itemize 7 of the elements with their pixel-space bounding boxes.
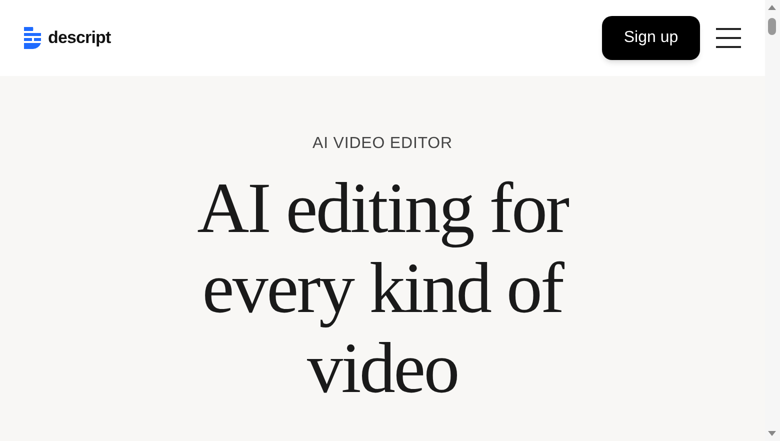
logo-icon	[24, 27, 42, 49]
logo-text[interactable]: descript	[48, 25, 111, 51]
eyebrow-label: AI VIDEO EDITOR	[312, 134, 452, 154]
signup-button[interactable]: Sign up	[602, 16, 700, 60]
hero-headline: AI editing for every kind of video	[196, 168, 570, 408]
menu-icon[interactable]	[716, 28, 741, 48]
scrollbar[interactable]	[765, 0, 780, 441]
